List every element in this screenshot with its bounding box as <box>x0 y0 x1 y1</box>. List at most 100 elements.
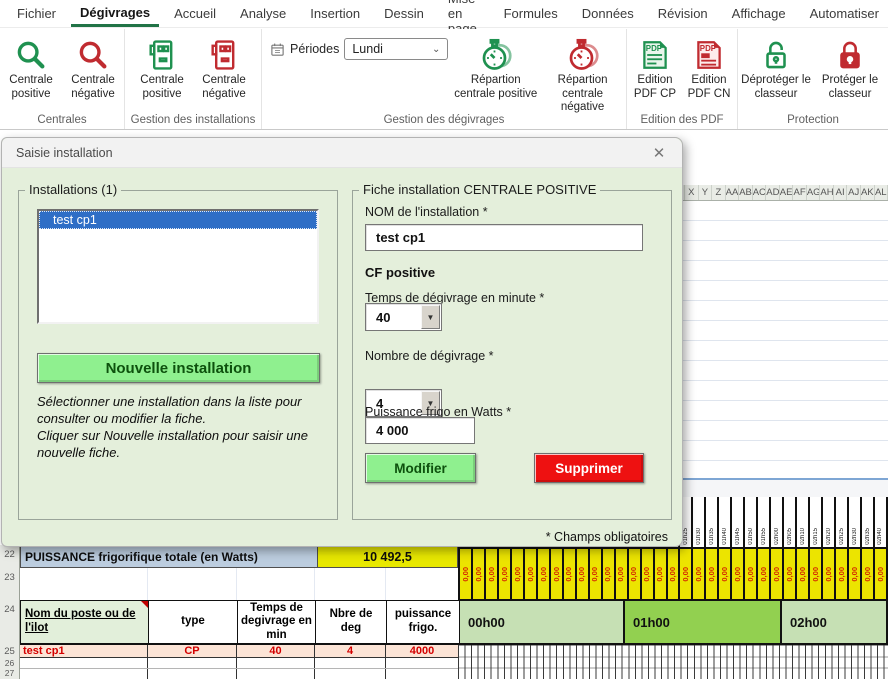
table-header-cell[interactable]: Nbre de deg <box>316 601 387 643</box>
time-value-cell[interactable]: 0,00 <box>640 549 653 599</box>
time-value-cell[interactable]: 0,00 <box>704 549 717 599</box>
time-value-cell[interactable]: 0,00 <box>627 549 640 599</box>
row-number-22[interactable]: 22 <box>0 545 19 568</box>
time-value-cell[interactable]: 0,00 <box>575 549 588 599</box>
time-label-cell[interactable]: 02h15 <box>808 497 821 547</box>
time-value-cell[interactable]: 0,00 <box>588 549 601 599</box>
time-label-cell[interactable]: 02h05 <box>782 497 795 547</box>
table-header-cell[interactable]: puissance frigo. <box>387 601 459 643</box>
supprimer-button[interactable]: Supprimer <box>534 453 644 483</box>
column-header-AJ[interactable]: AJ <box>847 185 861 200</box>
tab-formules[interactable]: Formules <box>495 0 567 27</box>
time-label-cell[interactable]: 02h20 <box>821 497 834 547</box>
time-value-cell[interactable]: 0,00 <box>653 549 666 599</box>
column-header-AA[interactable]: AA <box>726 185 740 200</box>
time-value-cell[interactable]: 0,00 <box>873 549 888 599</box>
deproteger-classeur-button[interactable]: Déprotéger le classeur <box>740 34 812 103</box>
time-label-cell[interactable]: 01h55 <box>756 497 769 547</box>
column-header-Y[interactable]: Y <box>699 185 713 200</box>
column-header-AF[interactable]: AF <box>793 185 807 200</box>
column-header-AC[interactable]: AC <box>753 185 767 200</box>
time-label-cell[interactable]: 02h00 <box>769 497 782 547</box>
column-header-X[interactable]: X <box>685 185 699 200</box>
nouvelle-installation-button[interactable]: Nouvelle installation <box>37 353 320 383</box>
time-value-cell[interactable]: 0,00 <box>821 549 834 599</box>
time-value-cell[interactable]: 0,00 <box>458 549 471 599</box>
time-label-cell[interactable]: 02h10 <box>795 497 808 547</box>
tab-fichier[interactable]: Fichier <box>8 0 65 27</box>
hour-header-00h00[interactable]: 00h00 <box>458 601 625 643</box>
tab-analyse[interactable]: Analyse <box>231 0 295 27</box>
time-value-cell[interactable]: 0,00 <box>484 549 497 599</box>
proteger-classeur-button[interactable]: Protéger le classeur <box>814 34 886 103</box>
time-label-cell[interactable]: 01h35 <box>704 497 717 547</box>
modifier-button[interactable]: Modifier <box>365 453 476 483</box>
tab-dégivrages[interactable]: Dégivrages <box>71 0 159 27</box>
table-header-cell[interactable]: Temps de degivrage en min <box>238 601 316 643</box>
tab-affichage[interactable]: Affichage <box>723 0 795 27</box>
dropdown-arrow-icon[interactable]: ▼ <box>421 305 440 329</box>
time-label-cell[interactable]: 01h40 <box>717 497 730 547</box>
dialog-title-bar[interactable]: Saisie installation ✕ <box>2 138 682 168</box>
repartition-centrale-negative-button[interactable]: Répartion centrale négative <box>539 34 626 117</box>
time-value-cell[interactable]: 0,00 <box>834 549 847 599</box>
column-header-AK[interactable]: AK <box>861 185 875 200</box>
nom-input[interactable]: test cp1 <box>365 224 643 251</box>
time-label-cell[interactable]: 02h30 <box>847 497 860 547</box>
hour-header-02h00[interactable]: 02h00 <box>782 601 888 643</box>
temps-degivrage-combo[interactable]: 40 ▼ <box>365 303 442 331</box>
tab-accueil[interactable]: Accueil <box>165 0 225 27</box>
time-label-cell[interactable]: 01h45 <box>730 497 743 547</box>
column-header-AH[interactable]: AH <box>820 185 834 200</box>
centrale-negative-view-button[interactable]: Centrale négative <box>63 34 123 103</box>
hour-header-01h00[interactable]: 01h00 <box>625 601 782 643</box>
table-cell[interactable]: CP <box>148 645 237 657</box>
time-label-cell[interactable]: 01h50 <box>743 497 756 547</box>
time-value-cell[interactable]: 0,00 <box>497 549 510 599</box>
puissance-totale-value-cell[interactable]: 10 492,5 <box>318 546 458 568</box>
time-value-cell[interactable]: 0,00 <box>666 549 679 599</box>
time-value-cell[interactable]: 0,00 <box>601 549 614 599</box>
column-header-AI[interactable]: AI <box>834 185 848 200</box>
row-number-24[interactable]: 24 <box>0 600 19 645</box>
time-value-cell[interactable]: 0,00 <box>510 549 523 599</box>
table-cell[interactable]: 40 <box>237 645 315 657</box>
row-number-23[interactable]: 23 <box>0 568 19 600</box>
time-value-cell[interactable]: 0,00 <box>614 549 627 599</box>
time-value-cell[interactable]: 0,00 <box>860 549 873 599</box>
time-value-cell[interactable]: 0,00 <box>730 549 743 599</box>
puissance-input[interactable]: 4 000 <box>365 417 475 444</box>
edition-pdf-cp-button[interactable]: PDF Edition PDF CP <box>629 34 681 103</box>
time-value-cell[interactable]: 0,00 <box>549 549 562 599</box>
time-value-cell[interactable]: 0,00 <box>769 549 782 599</box>
close-icon[interactable]: ✕ <box>648 144 670 162</box>
edition-pdf-cn-button[interactable]: PDF Edition PDF CN <box>683 34 735 103</box>
time-label-cell[interactable]: 01h30 <box>691 497 704 547</box>
time-value-cell[interactable]: 0,00 <box>562 549 575 599</box>
time-label-cell[interactable]: 02h35 <box>860 497 873 547</box>
time-value-cell[interactable]: 0,00 <box>808 549 821 599</box>
table-header-cell[interactable]: type <box>149 601 238 643</box>
time-label-cell[interactable]: 02h40 <box>873 497 888 547</box>
row-number-26[interactable]: 26 <box>0 658 19 668</box>
gestion-centrale-negative-button[interactable]: Centrale négative <box>194 34 254 103</box>
time-value-cell[interactable]: 0,00 <box>782 549 795 599</box>
column-header-AB[interactable]: AB <box>739 185 753 200</box>
column-header-Z[interactable]: Z <box>712 185 726 200</box>
table-cell[interactable]: 4000 <box>386 645 458 657</box>
time-value-cell[interactable]: 0,00 <box>717 549 730 599</box>
table-cell[interactable]: test cp1 <box>20 645 148 657</box>
time-value-cell[interactable]: 0,00 <box>756 549 769 599</box>
centrale-positive-view-button[interactable]: Centrale positive <box>1 34 61 103</box>
list-item-selected[interactable]: test cp1 <box>39 211 317 229</box>
time-value-cell[interactable]: 0,00 <box>691 549 704 599</box>
time-value-cell[interactable]: 0,00 <box>847 549 860 599</box>
repartition-centrale-positive-button[interactable]: Répartion centrale positive <box>452 34 539 103</box>
table-header-cell[interactable]: Nom du poste ou de l'ilot <box>21 601 149 643</box>
row-number-25[interactable]: 25 <box>0 645 19 658</box>
gestion-centrale-positive-button[interactable]: Centrale positive <box>132 34 192 103</box>
time-value-cell[interactable]: 0,00 <box>795 549 808 599</box>
tab-données[interactable]: Données <box>573 0 643 27</box>
time-label-cell[interactable]: 02h25 <box>834 497 847 547</box>
time-value-cell[interactable]: 0,00 <box>471 549 484 599</box>
